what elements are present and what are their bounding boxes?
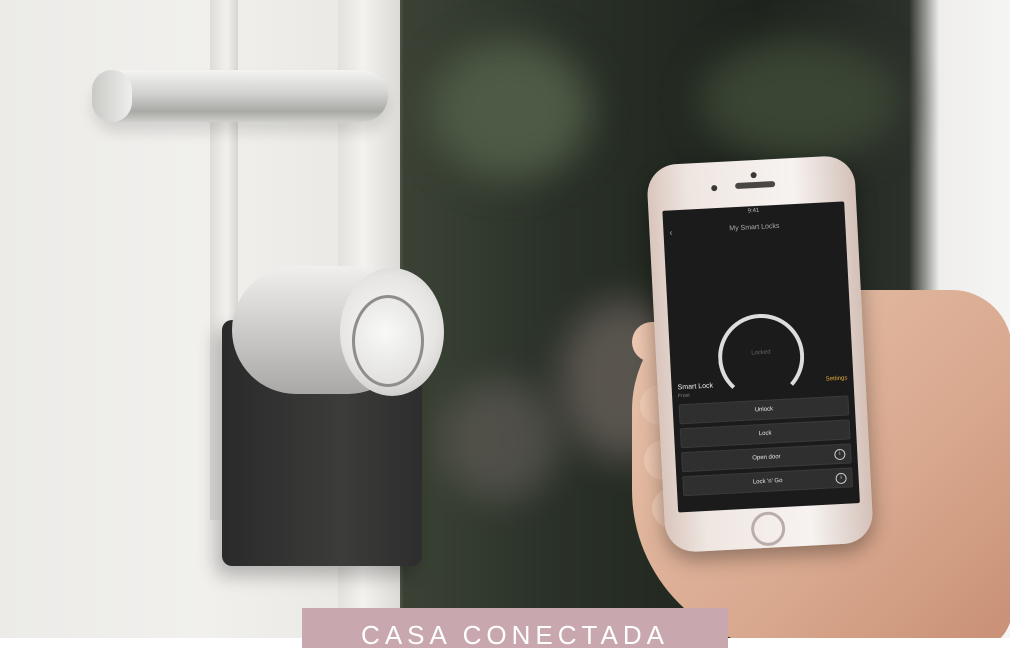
background-foliage [700, 40, 900, 160]
smart-lock-photo: 9:41 ‹ My Smart Locks Locked Smart Lock … [0, 0, 1010, 638]
earpiece-speaker [735, 180, 776, 190]
background-foliage [430, 40, 590, 180]
smart-lock-ring [352, 295, 424, 387]
info-icon[interactable]: i [834, 448, 846, 461]
info-icon[interactable]: i [835, 472, 847, 485]
lock-n-go-button[interactable]: Lock 'n' Go i [682, 467, 854, 497]
unlock-button-label: Unlock [754, 406, 774, 414]
app-title: My Smart Locks [729, 222, 780, 233]
background-foliage [440, 380, 560, 500]
lock-name: Smart Lock [677, 382, 714, 392]
door-handle [92, 70, 388, 122]
smartphone: 9:41 ‹ My Smart Locks Locked Smart Lock … [645, 154, 875, 554]
home-button [750, 510, 787, 547]
lock-subtitle: Front [677, 392, 690, 400]
sensor [750, 171, 757, 179]
open-door-button-label: Open door [752, 454, 781, 462]
front-camera [711, 185, 718, 192]
title-banner: CASA CONECTADA [302, 608, 728, 648]
door-handle-cap [92, 70, 132, 122]
lock-n-go-button-label: Lock 'n' Go [752, 478, 783, 486]
settings-link[interactable]: Settings [826, 375, 848, 382]
phone-screen: 9:41 ‹ My Smart Locks Locked Smart Lock … [662, 201, 860, 513]
lock-button-label: Lock [758, 430, 772, 438]
banner-title: CASA CONECTADA [361, 620, 669, 650]
